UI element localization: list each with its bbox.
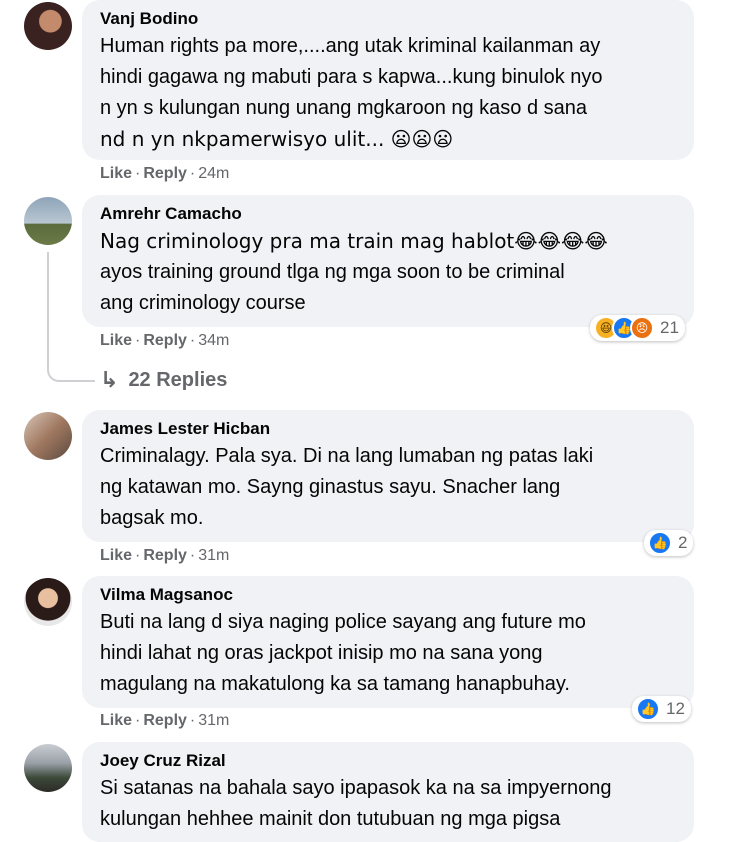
reply-button[interactable]: Reply: [143, 332, 187, 349]
avatar[interactable]: [24, 412, 72, 460]
comment-bubble: James Lester Hicban Criminalagy. Pala sy…: [82, 410, 694, 542]
avatar[interactable]: [24, 197, 72, 245]
angry-icon: 😠: [630, 316, 654, 340]
like-button[interactable]: Like: [100, 547, 132, 564]
comment-author[interactable]: Vanj Bodino: [100, 8, 680, 30]
comment-text-line: Buti na lang d siya naging police sayang…: [100, 611, 586, 633]
comment-text-line: nd n yn nkpamerwisyo ulit... 😦😦😦: [100, 127, 454, 151]
comment-bubble: Joey Cruz Rizal Si satanas na bahala say…: [82, 742, 694, 842]
separator-dot: ·: [135, 712, 141, 729]
comment-author[interactable]: Amrehr Camacho: [100, 203, 680, 225]
avatar[interactable]: [24, 744, 72, 792]
comment-text-line: ayos training ground tlga ng mga soon to…: [100, 261, 565, 283]
comment-text-line: magulang na makatulong ka sa tamang hana…: [100, 673, 570, 695]
comment-text-line: Nag criminology pra ma train mag hablot😂…: [100, 229, 608, 253]
comment-actions: Like · Reply · 31m: [100, 547, 229, 565]
separator-dot: ·: [189, 165, 196, 182]
comment-bubble: Vanj Bodino Human rights pa more,....ang…: [82, 0, 694, 160]
reply-arrow-icon: ↳: [100, 367, 119, 392]
comment-text-line: Si satanas na bahala sayo ipapasok ka na…: [100, 777, 612, 799]
comment-bubble: Vilma Magsanoc Buti na lang d siya nagin…: [82, 576, 694, 708]
like-icon: 👍: [636, 697, 660, 721]
like-icon: 👍: [648, 531, 672, 555]
comment-text-line: Human rights pa more,....ang utak krimin…: [100, 35, 601, 57]
reply-button[interactable]: Reply: [143, 547, 187, 564]
comment-timestamp[interactable]: 31m: [198, 712, 229, 729]
comment-author[interactable]: Vilma Magsanoc: [100, 584, 680, 606]
comment-bubble: Amrehr Camacho Nag criminology pra ma tr…: [82, 195, 694, 327]
reaction-summary[interactable]: 👍 2: [644, 530, 694, 556]
avatar[interactable]: [24, 2, 72, 50]
comment-text-line: Criminalagy. Pala sya. Di na lang lumaba…: [100, 445, 594, 467]
avatar[interactable]: [24, 578, 72, 626]
comment-actions: Like · Reply · 34m: [100, 332, 229, 350]
comment-actions: Like · Reply · 31m: [100, 712, 229, 730]
comment-author[interactable]: James Lester Hicban: [100, 418, 680, 440]
comment-text-line: ng katawan mo. Sayng ginastus sayu. Snac…: [100, 476, 561, 498]
view-replies-link[interactable]: ↳ 22 Replies: [100, 367, 227, 393]
reaction-count: 21: [660, 318, 679, 337]
comment-text-line: ang criminology course: [100, 292, 306, 314]
comment-timestamp[interactable]: 24m: [198, 165, 229, 182]
comment-timestamp[interactable]: 31m: [198, 547, 229, 564]
reaction-summary[interactable]: 👍 12: [632, 696, 691, 722]
like-button[interactable]: Like: [100, 712, 132, 729]
separator-dot: ·: [135, 165, 141, 182]
comment-actions: Like · Reply · 24m: [100, 165, 229, 183]
replies-count-label: 22 Replies: [128, 368, 228, 391]
reaction-summary[interactable]: 😆 👍 😠 21: [590, 315, 685, 341]
separator-dot: ·: [189, 332, 196, 349]
comment-text-line: bagsak mo.: [100, 507, 204, 529]
reaction-count: 12: [666, 699, 685, 718]
like-button[interactable]: Like: [100, 332, 132, 349]
separator-dot: ·: [135, 332, 141, 349]
reply-button[interactable]: Reply: [143, 165, 187, 182]
separator-dot: ·: [135, 547, 141, 564]
reaction-count: 2: [678, 533, 688, 552]
comment-author[interactable]: Joey Cruz Rizal: [100, 750, 680, 772]
reply-button[interactable]: Reply: [143, 712, 187, 729]
separator-dot: ·: [189, 547, 196, 564]
comment-text-line: n yn s kulungan nung unang mgkaroon ng k…: [100, 97, 588, 119]
comment-text-line: hindi lahat ng oras jackpot inisip mo na…: [100, 642, 543, 664]
comment-timestamp[interactable]: 34m: [198, 332, 229, 349]
separator-dot: ·: [189, 712, 196, 729]
comment-text-line: hindi gagawa ng mabuti para s kapwa...ku…: [100, 66, 603, 88]
like-button[interactable]: Like: [100, 165, 132, 182]
comment-text-line: kulungan hehhee mainit don tutubuan ng m…: [100, 808, 561, 830]
